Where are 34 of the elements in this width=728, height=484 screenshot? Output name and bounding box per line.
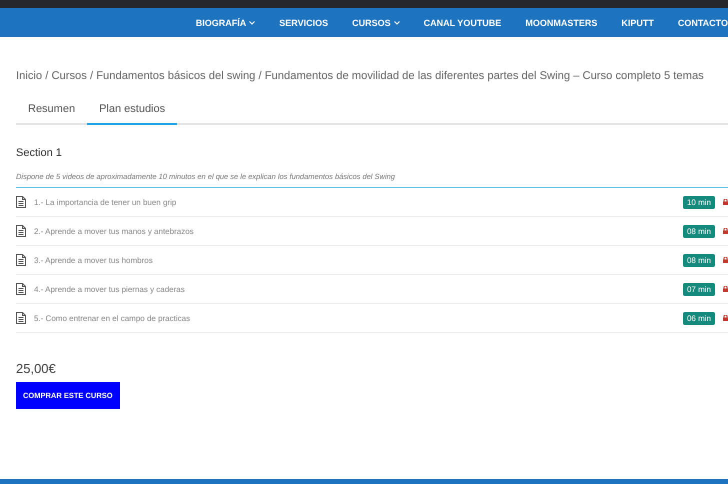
nav-link[interactable]: BIOGRAFÍA [196, 18, 256, 28]
section-title: Section 1 [16, 147, 63, 159]
lock-icon [723, 199, 728, 205]
duration-badge: 08 min [682, 224, 715, 238]
lesson-title[interactable]: 3.- Aprende a mover tus hombros [34, 256, 675, 264]
lesson-title[interactable]: 5.- Como entrenar en el campo de practicas [34, 314, 675, 322]
document-icon [16, 225, 26, 237]
lesson-title[interactable]: 4.- Aprende a mover tus piernas y caderas [34, 284, 675, 294]
lesson-title[interactable]: 1.- La importancia de tener un buen grip [34, 198, 675, 206]
nav-link[interactable]: SERVICIOS [279, 18, 328, 28]
duration-badge: 07 min [682, 282, 715, 296]
tab[interactable]: Resumen [16, 96, 88, 125]
nav-link[interactable]: CURSOS [352, 18, 400, 28]
duration-badge: 06 min [682, 312, 715, 324]
duration-badge: 08 min [682, 254, 715, 266]
lesson-title[interactable]: 2.- Aprende a mover tus manos y antebrazos [34, 226, 675, 236]
caret-icon [394, 20, 400, 24]
lock-icon [723, 315, 728, 321]
nav-link[interactable]: MOONMASTERS [525, 18, 598, 28]
breadcrumb: Inicio / Cursos / Fundamentos básicos del swing / Fundamentos de movilidad de las diferentes partes del Swing – Curso completo 5 temas [16, 70, 704, 82]
document-icon [16, 254, 26, 266]
tab[interactable]: Plan estudios [87, 96, 178, 125]
document-icon [16, 312, 26, 324]
document-icon [16, 283, 26, 295]
lock-icon [723, 286, 728, 292]
document-icon [16, 196, 26, 208]
nav-link[interactable]: KIPUTT [621, 18, 654, 28]
duration-badge: 10 min [682, 196, 715, 208]
nav-link[interactable]: CANAL YOUTUBE [424, 18, 502, 28]
caret-icon [249, 20, 256, 24]
nav-link[interactable]: CONTACTO [678, 18, 728, 28]
lock-icon [723, 257, 728, 263]
price: 25,00€ [16, 361, 57, 376]
lock-icon [723, 228, 728, 234]
